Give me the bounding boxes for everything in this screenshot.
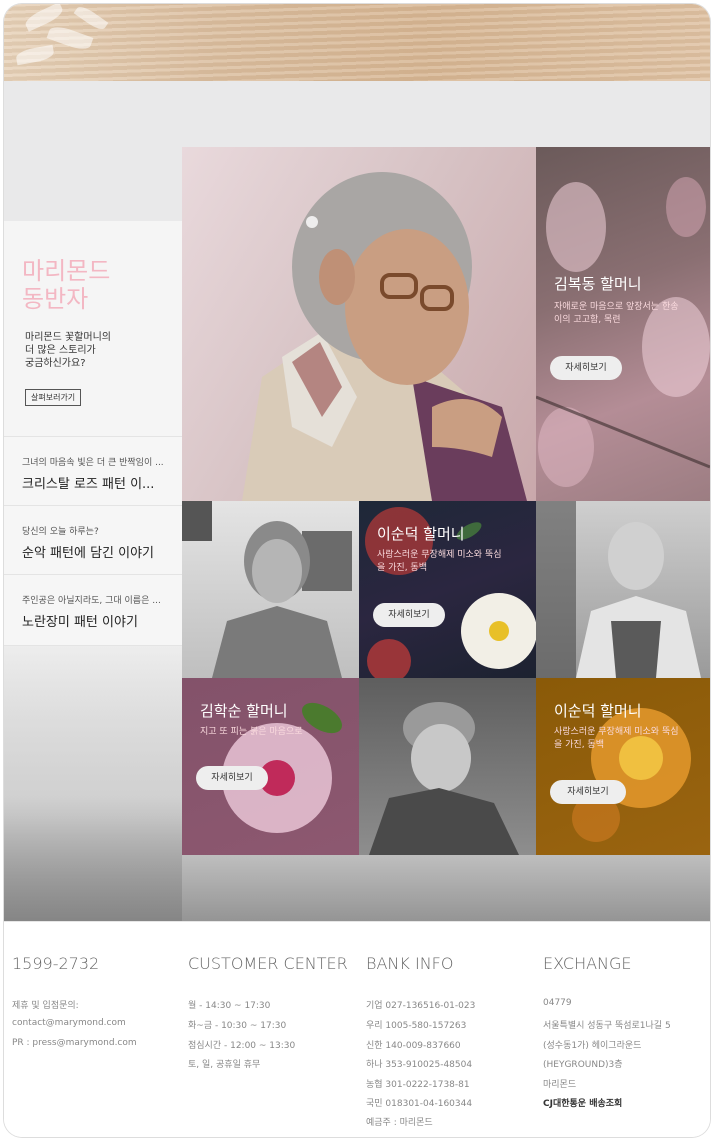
top-banner-image	[4, 4, 710, 81]
companion-promo: 마리몬드 동반자 마리몬드 꽃할머니의 더 많은 스토리가 궁금하신가요? 살펴…	[4, 221, 182, 436]
story-teaser: 주인공은 아닐지라도, 그대 이름은 ...	[22, 596, 161, 606]
tile-title: 이순덕 할머니	[377, 525, 465, 543]
tile-description: 지고 또 피는 붉은 마음으로	[200, 727, 303, 737]
tile-lee-sundeok-2[interactable]: 이순덕 할머니 사랑스러운 무장해제 미소와 뚝심 을 가진, 동백 자세히보기	[536, 678, 710, 855]
footer-line: 예금주 : 마리몬드	[366, 1118, 433, 1128]
details-button[interactable]: 자세히보기	[373, 603, 445, 627]
tile-description: 자애로운 마음으로 앞장서는 한송 이의 고고함, 목련	[554, 302, 679, 325]
portrait-photo-bw-2	[536, 501, 710, 678]
footer-press-email-link[interactable]: PR : press@marymond.com	[12, 1038, 137, 1048]
portrait-large-photo	[182, 147, 536, 501]
footer-line: 농협 301-0222-1738-81	[366, 1080, 470, 1090]
footer-line: 우리 1005-580-157263	[366, 1021, 467, 1031]
tile-kim-bokdong[interactable]: 김복동 할머니 자애로운 마음으로 앞장서는 한송 이의 고고함, 목련 자세히…	[536, 147, 710, 501]
tile-lee-sundeok-1[interactable]: 이순덕 할머니 사랑스러운 무장해제 미소와 뚝심 을 가진, 동백 자세히보기	[359, 501, 536, 678]
story-link-yellow-rose[interactable]: 주인공은 아닐지라도, 그대 이름은 ... 노란장미 패턴 이야기	[4, 574, 182, 646]
story-link-suak[interactable]: 당신의 오늘 하루는? 순악 패턴에 담긴 이야기	[4, 505, 182, 574]
footer-line: 04779	[543, 998, 572, 1008]
footer-phone[interactable]: 1599-2732	[12, 954, 99, 973]
footer-line: 제휴 및 입점문의:	[12, 1001, 79, 1011]
tile-title: 김복동 할머니	[554, 275, 642, 293]
story-title: 노란장미 패턴 이야기	[22, 615, 138, 630]
footer-line: 하나 353-910025-48504	[366, 1060, 473, 1070]
footer-heading: BANK INFO	[366, 954, 454, 973]
explore-button[interactable]: 살펴보러가기	[25, 389, 82, 406]
tile-title: 김학순 할머니	[200, 702, 288, 720]
portrait-illustration	[182, 501, 352, 678]
footer-line: 신한 140-009-837660	[366, 1041, 461, 1051]
story-link-crystal-rose[interactable]: 그녀의 마음속 빛은 더 큰 반짝임이 ... 크리스탈 로즈 패턴 이...	[4, 436, 182, 505]
promo-title: 마리몬드 동반자	[22, 257, 111, 313]
footer-line: 국민 018301-04-160344	[366, 1099, 473, 1109]
leaf-decoration	[15, 44, 55, 66]
details-button[interactable]: 자세히보기	[550, 356, 622, 380]
story-title: 순악 패턴에 담긴 이야기	[22, 546, 154, 561]
footer-line: 서울특별시 성동구 뚝섬로1나길 5	[543, 1021, 671, 1031]
footer-line: 토, 일, 공휴일 휴무	[188, 1060, 261, 1070]
footer-line: 마리몬드	[543, 1080, 577, 1090]
promo-subtitle: 마리몬드 꽃할머니의 더 많은 스토리가 궁금하신가요?	[25, 332, 111, 369]
footer-email-link[interactable]: contact@marymond.com	[12, 1018, 126, 1028]
details-button[interactable]: 자세히보기	[196, 766, 268, 790]
delivery-tracking-link[interactable]: CJ대한통운 배송조회	[543, 1096, 622, 1109]
portrait-illustration	[369, 702, 519, 855]
story-title: 크리스탈 로즈 패턴 이...	[22, 477, 155, 492]
details-button[interactable]: 자세히보기	[550, 780, 626, 804]
tile-description: 사랑스러운 무장해제 미소와 뚝심 을 가진, 동백	[554, 727, 679, 750]
story-teaser: 당신의 오늘 하루는?	[22, 527, 99, 537]
portrait-photo-bw-1	[182, 501, 359, 678]
tile-kim-haksun[interactable]: 김학순 할머니 지고 또 피는 붉은 마음으로 자세히보기	[182, 678, 359, 855]
site-footer: 1599-2732 제휴 및 입점문의: contact@marymond.co…	[4, 921, 710, 1137]
tile-title: 이순덕 할머니	[554, 702, 642, 720]
footer-line: 월 - 14:30 ~ 17:30	[188, 1001, 271, 1011]
portrait-photo-bw-3	[359, 678, 536, 855]
portrait-illustration	[536, 501, 701, 678]
leaf-decoration	[73, 4, 109, 33]
story-teaser: 그녀의 마음속 빛은 더 큰 반짝임이 ...	[22, 458, 164, 468]
footer-heading: CUSTOMER CENTER	[188, 954, 348, 973]
page-frame: 마리몬드 동반자 마리몬드 꽃할머니의 더 많은 스토리가 궁금하신가요? 살펴…	[4, 4, 710, 1137]
footer-line: 화~금 - 10:30 ~ 17:30	[188, 1021, 287, 1031]
tile-description: 사랑스러운 무장해제 미소와 뚝심 을 가진, 동백	[377, 550, 502, 573]
footer-line: (HEYGROUND)3층	[543, 1060, 623, 1070]
grandmother-portrait-illustration	[242, 172, 527, 501]
footer-line: 기업 027-136516-01-023	[366, 1001, 476, 1011]
footer-line: (성수동1가) 헤이그라운드	[543, 1041, 642, 1051]
leaf-decoration	[46, 22, 94, 54]
footer-line: 점심시간 - 12:00 ~ 13:30	[188, 1041, 296, 1051]
footer-heading: EXCHANGE	[543, 954, 632, 973]
